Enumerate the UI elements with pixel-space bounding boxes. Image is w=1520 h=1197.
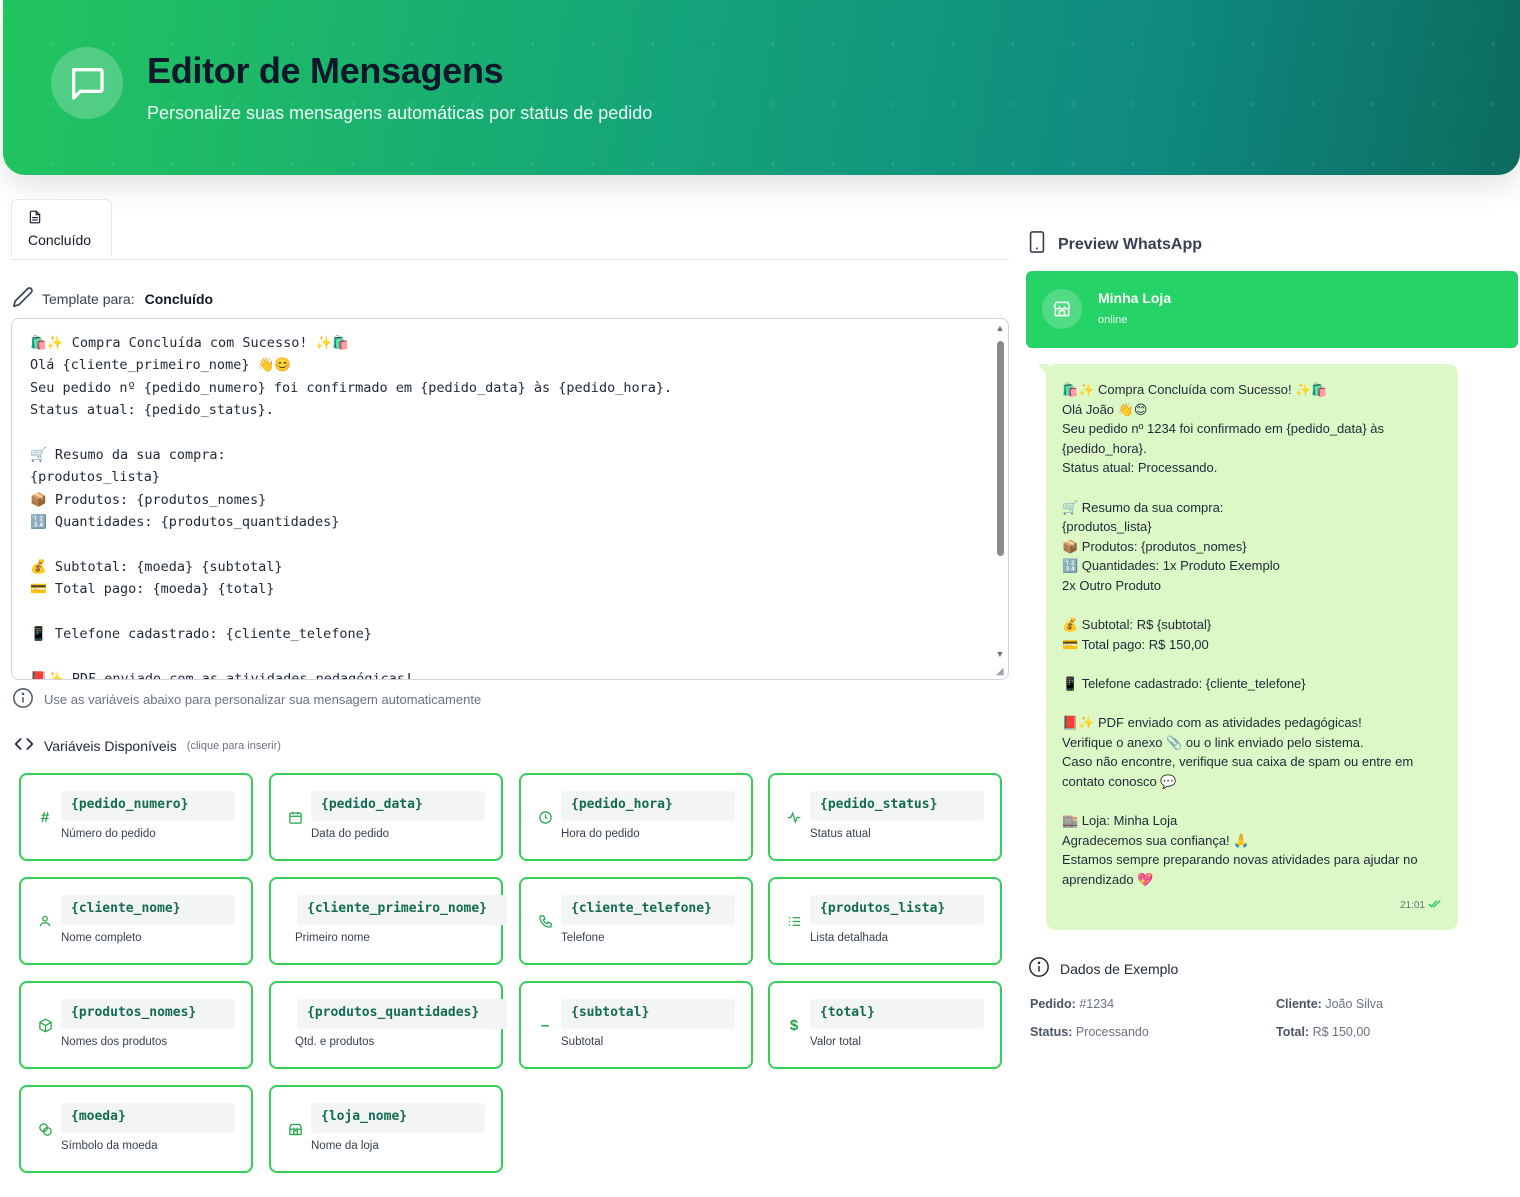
variable-code: {total} xyxy=(810,999,984,1029)
variable-card-cliente-telefone[interactable]: {cliente_telefone} Telefone xyxy=(519,877,753,965)
list-icon xyxy=(786,913,802,929)
scroll-down-icon[interactable]: ▼ xyxy=(995,649,1005,659)
editor-hint: Use as variáveis abaixo para personaliza… xyxy=(12,687,481,712)
template-prefix: Template para: xyxy=(42,290,135,307)
variable-code: {produtos_quantidades} xyxy=(297,999,507,1029)
template-status-name: Concluído xyxy=(144,290,214,307)
variable-code: {pedido_data} xyxy=(311,791,485,821)
coins-icon xyxy=(37,1121,53,1137)
pencil-icon xyxy=(12,286,34,311)
tab-concluido[interactable]: Concluído xyxy=(11,199,112,256)
store-icon xyxy=(1042,289,1082,329)
variables-subtitle: (clique para inserir) xyxy=(186,739,281,752)
variable-card-produtos-nomes[interactable]: {produtos_nomes} Nomes dos produtos xyxy=(19,981,253,1069)
hint-text: Use as variáveis abaixo para personaliza… xyxy=(44,692,482,707)
variable-card-pedido-hora[interactable]: {pedido_hora} Hora do pedido xyxy=(519,773,753,861)
variables-heading: Variáveis Disponíveis (clique para inser… xyxy=(12,734,281,757)
variable-code: {produtos_nomes} xyxy=(61,999,235,1029)
variables-title: Variáveis Disponíveis xyxy=(44,737,177,754)
info-icon xyxy=(1028,956,1050,981)
activity-icon xyxy=(786,809,802,825)
template-editor[interactable]: 🛍️✨ Compra Concluída com Sucesso! ✨🛍️ Ol… xyxy=(11,318,1009,680)
page-title: Editor de Mensagens xyxy=(147,50,504,91)
scroll-thumb[interactable] xyxy=(997,341,1004,556)
variable-card-produtos-lista[interactable]: {produtos_lista} Lista detalhada xyxy=(768,877,1002,965)
variable-description: Valor total xyxy=(810,1036,861,1048)
file-text-icon xyxy=(28,210,42,228)
variable-code: {loja_nome} xyxy=(311,1103,485,1133)
variable-code: {pedido_numero} xyxy=(61,791,235,821)
store-status: online xyxy=(1098,314,1128,326)
template-label: Template para: Concluído xyxy=(12,286,213,311)
variable-description: Símbolo da moeda xyxy=(61,1140,158,1152)
time-text: 21:01 xyxy=(1399,900,1425,911)
variable-code: {pedido_status} xyxy=(810,791,984,821)
variable-card-pedido-data[interactable]: {pedido_data} Data do pedido xyxy=(269,773,503,861)
double-check-icon xyxy=(1428,899,1442,912)
variable-card-moeda[interactable]: {moeda} Símbolo da moeda xyxy=(19,1085,253,1173)
user-icon xyxy=(37,913,53,929)
variable-card-pedido-numero[interactable]: # {pedido_numero} Número do pedido xyxy=(19,773,253,861)
tab-divider xyxy=(11,259,1009,260)
resize-handle-icon[interactable]: ◢ xyxy=(996,667,1006,677)
variable-code: {cliente_telefone} xyxy=(561,895,735,925)
variable-description: Hora do pedido xyxy=(561,828,640,840)
hash-icon: # xyxy=(40,808,50,826)
message-text: 🛍️✨ Compra Concluída com Sucesso! ✨🛍️ Ol… xyxy=(1062,382,1418,887)
package-icon xyxy=(37,1017,53,1033)
example-pedido: Pedido: #1234 xyxy=(1030,997,1115,1011)
variable-card-produtos-quantidades[interactable]: {produtos_quantidades} Qtd. e produtos xyxy=(269,981,507,1069)
whatsapp-chat-header: Minha Loja online xyxy=(1026,271,1518,348)
variable-card-cliente-primeiro-nome[interactable]: {cliente_primeiro_nome} Primeiro nome xyxy=(269,877,507,965)
example-status: Status: Processando xyxy=(1030,1025,1149,1039)
scroll-up-icon[interactable]: ▲ xyxy=(995,323,1005,333)
template-text[interactable]: 🛍️✨ Compra Concluída com Sucesso! ✨🛍️ Ol… xyxy=(30,332,988,679)
variable-description: Qtd. e produtos xyxy=(295,1036,375,1048)
variable-card-subtotal[interactable]: – {subtotal} Subtotal xyxy=(519,981,753,1069)
phone-icon xyxy=(537,913,553,929)
info-icon xyxy=(12,687,34,712)
variable-card-cliente-nome[interactable]: {cliente_nome} Nome completo xyxy=(19,877,253,965)
variable-code: {cliente_nome} xyxy=(61,895,235,925)
variable-code: {produtos_lista} xyxy=(810,895,984,925)
minus-icon: – xyxy=(540,1016,550,1034)
store-icon xyxy=(287,1121,303,1137)
tab-label: Concluído xyxy=(28,232,92,248)
variable-card-total[interactable]: $ {total} Valor total xyxy=(768,981,1002,1069)
message-square-icon xyxy=(51,47,123,119)
code-icon xyxy=(12,734,36,757)
variable-code: {moeda} xyxy=(61,1103,235,1133)
variable-card-loja-nome[interactable]: {loja_nome} Nome da loja xyxy=(269,1085,503,1173)
variable-description: Data do pedido xyxy=(311,828,390,840)
variable-code: {cliente_primeiro_nome} xyxy=(297,895,507,925)
example-heading: Dados de Exemplo xyxy=(1028,956,1178,981)
variable-card-pedido-status[interactable]: {pedido_status} Status atual xyxy=(768,773,1002,861)
preview-heading: Preview WhatsApp xyxy=(1028,231,1202,258)
example-cliente: Cliente: João Silva xyxy=(1276,997,1384,1011)
clock-icon xyxy=(537,809,553,825)
calendar-icon xyxy=(287,809,303,825)
variable-description: Subtotal xyxy=(561,1036,604,1048)
example-total: Total: R$ 150,00 xyxy=(1276,1025,1371,1039)
editor-scrollbar[interactable]: ▲ ▼ xyxy=(995,323,1005,673)
example-title: Dados de Exemplo xyxy=(1060,960,1179,977)
variable-description: Nomes dos produtos xyxy=(61,1036,168,1048)
page-subtitle: Personalize suas mensagens automáticas p… xyxy=(147,103,653,123)
preview-title: Preview WhatsApp xyxy=(1058,235,1203,253)
variable-description: Nome da loja xyxy=(311,1140,379,1152)
dollar-icon: $ xyxy=(789,1016,799,1034)
store-name: Minha Loja xyxy=(1098,290,1172,306)
variable-description: Primeiro nome xyxy=(295,932,370,944)
page-header: Editor de Mensagens Personalize suas men… xyxy=(3,0,1520,175)
message-bubble: 🛍️✨ Compra Concluída com Sucesso! ✨🛍️ Ol… xyxy=(1038,364,1458,930)
variable-code: {pedido_hora} xyxy=(561,791,735,821)
smartphone-icon xyxy=(1028,231,1046,258)
variable-description: Nome completo xyxy=(61,932,142,944)
variable-description: Número do pedido xyxy=(61,828,156,840)
variable-code: {subtotal} xyxy=(561,999,735,1029)
variable-description: Status atual xyxy=(810,828,871,840)
message-time: 21:01 xyxy=(1400,899,1442,912)
variable-description: Lista detalhada xyxy=(810,932,889,944)
variable-description: Telefone xyxy=(561,932,605,944)
